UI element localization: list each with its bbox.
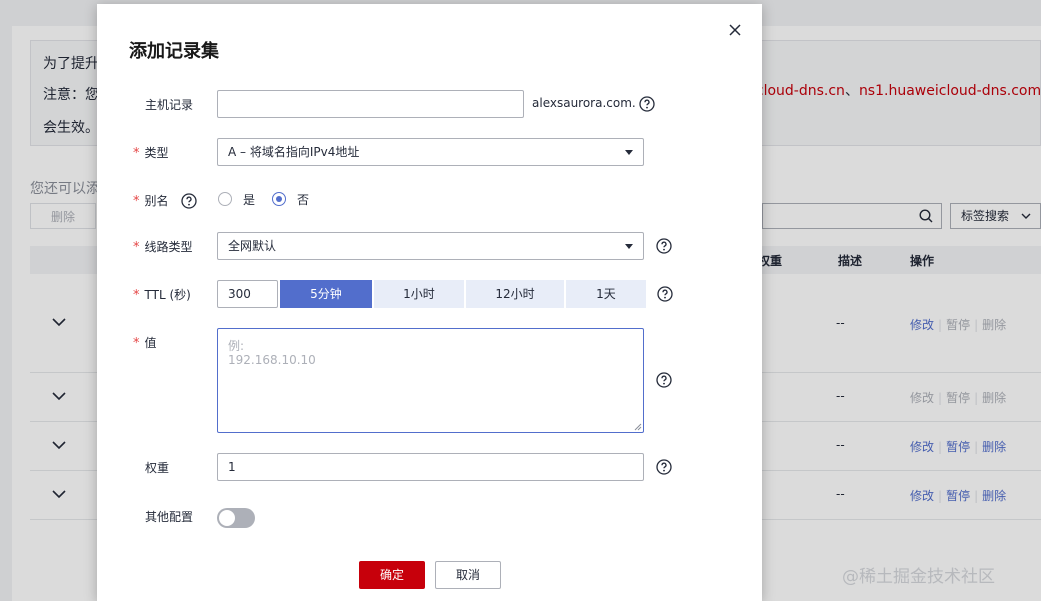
caret-down-icon — [625, 244, 633, 249]
ttl-label: * TTL (秒) — [133, 286, 191, 303]
required-mark: * — [133, 146, 140, 161]
toggle-knob — [219, 510, 235, 526]
other-config-toggle[interactable] — [217, 508, 255, 528]
help-icon[interactable] — [657, 286, 673, 302]
type-select-value: A – 将域名指向IPv4地址 — [228, 145, 360, 159]
ttl-option-5min[interactable]: 5分钟 — [280, 280, 372, 308]
caret-down-icon — [625, 150, 633, 155]
line-type-label: * 线路类型 — [133, 238, 193, 255]
line-type-select[interactable]: 全网默认 — [217, 232, 644, 260]
other-config-label: 其他配置 — [145, 510, 194, 524]
required-mark: * — [133, 336, 140, 351]
host-record-input[interactable] — [217, 90, 524, 118]
value-placeholder-line1: 例: — [228, 339, 245, 353]
value-label-text: 值 — [144, 336, 157, 350]
ttl-option-1h[interactable]: 1小时 — [374, 280, 464, 308]
help-icon[interactable] — [656, 238, 672, 254]
value-placeholder-line2: 192.168.10.10 — [228, 353, 316, 367]
line-type-value: 全网默认 — [228, 239, 277, 253]
value-textarea[interactable]: 例: 192.168.10.10 — [217, 328, 644, 433]
weight-input[interactable]: 1 — [217, 453, 644, 481]
required-mark: * — [133, 288, 140, 303]
domain-suffix: alexsaurora.com. — [532, 96, 636, 110]
help-icon[interactable] — [181, 193, 197, 209]
alias-yes-radio[interactable] — [218, 192, 232, 206]
type-label: * 类型 — [133, 144, 169, 161]
confirm-button[interactable]: 确定 — [359, 561, 425, 589]
alias-no-radio[interactable] — [272, 192, 286, 206]
dialog-title: 添加记录集 — [129, 41, 219, 62]
close-icon[interactable] — [727, 22, 743, 38]
line-type-label-text: 线路类型 — [144, 240, 193, 254]
value-label: * 值 — [133, 334, 157, 351]
type-label-text: 类型 — [144, 146, 169, 160]
ttl-option-12h[interactable]: 12小时 — [466, 280, 564, 308]
watermark: @稀土掘金技术社区 — [842, 567, 995, 587]
required-mark: * — [133, 194, 140, 209]
help-icon[interactable] — [656, 459, 672, 475]
ttl-input[interactable]: 300 — [217, 280, 278, 308]
weight-label: 权重 — [145, 461, 170, 475]
add-record-dialog: 添加记录集 主机记录 alexsaurora.com. * 类型 A – 将域名指… — [97, 4, 762, 601]
type-select[interactable]: A – 将域名指向IPv4地址 — [217, 138, 644, 166]
alias-no-label[interactable]: 否 — [297, 191, 309, 208]
help-icon[interactable] — [639, 96, 655, 112]
cancel-button[interactable]: 取消 — [435, 561, 501, 589]
alias-label: * 别名 — [133, 192, 169, 209]
required-mark: * — [133, 240, 140, 255]
ttl-label-text: TTL (秒) — [144, 288, 191, 302]
alias-yes-label[interactable]: 是 — [243, 191, 255, 208]
help-icon[interactable] — [656, 372, 672, 388]
ttl-option-1d[interactable]: 1天 — [566, 280, 646, 308]
host-record-label: 主机记录 — [145, 98, 194, 112]
resize-handle-icon[interactable] — [634, 423, 642, 431]
alias-label-text: 别名 — [144, 194, 169, 208]
